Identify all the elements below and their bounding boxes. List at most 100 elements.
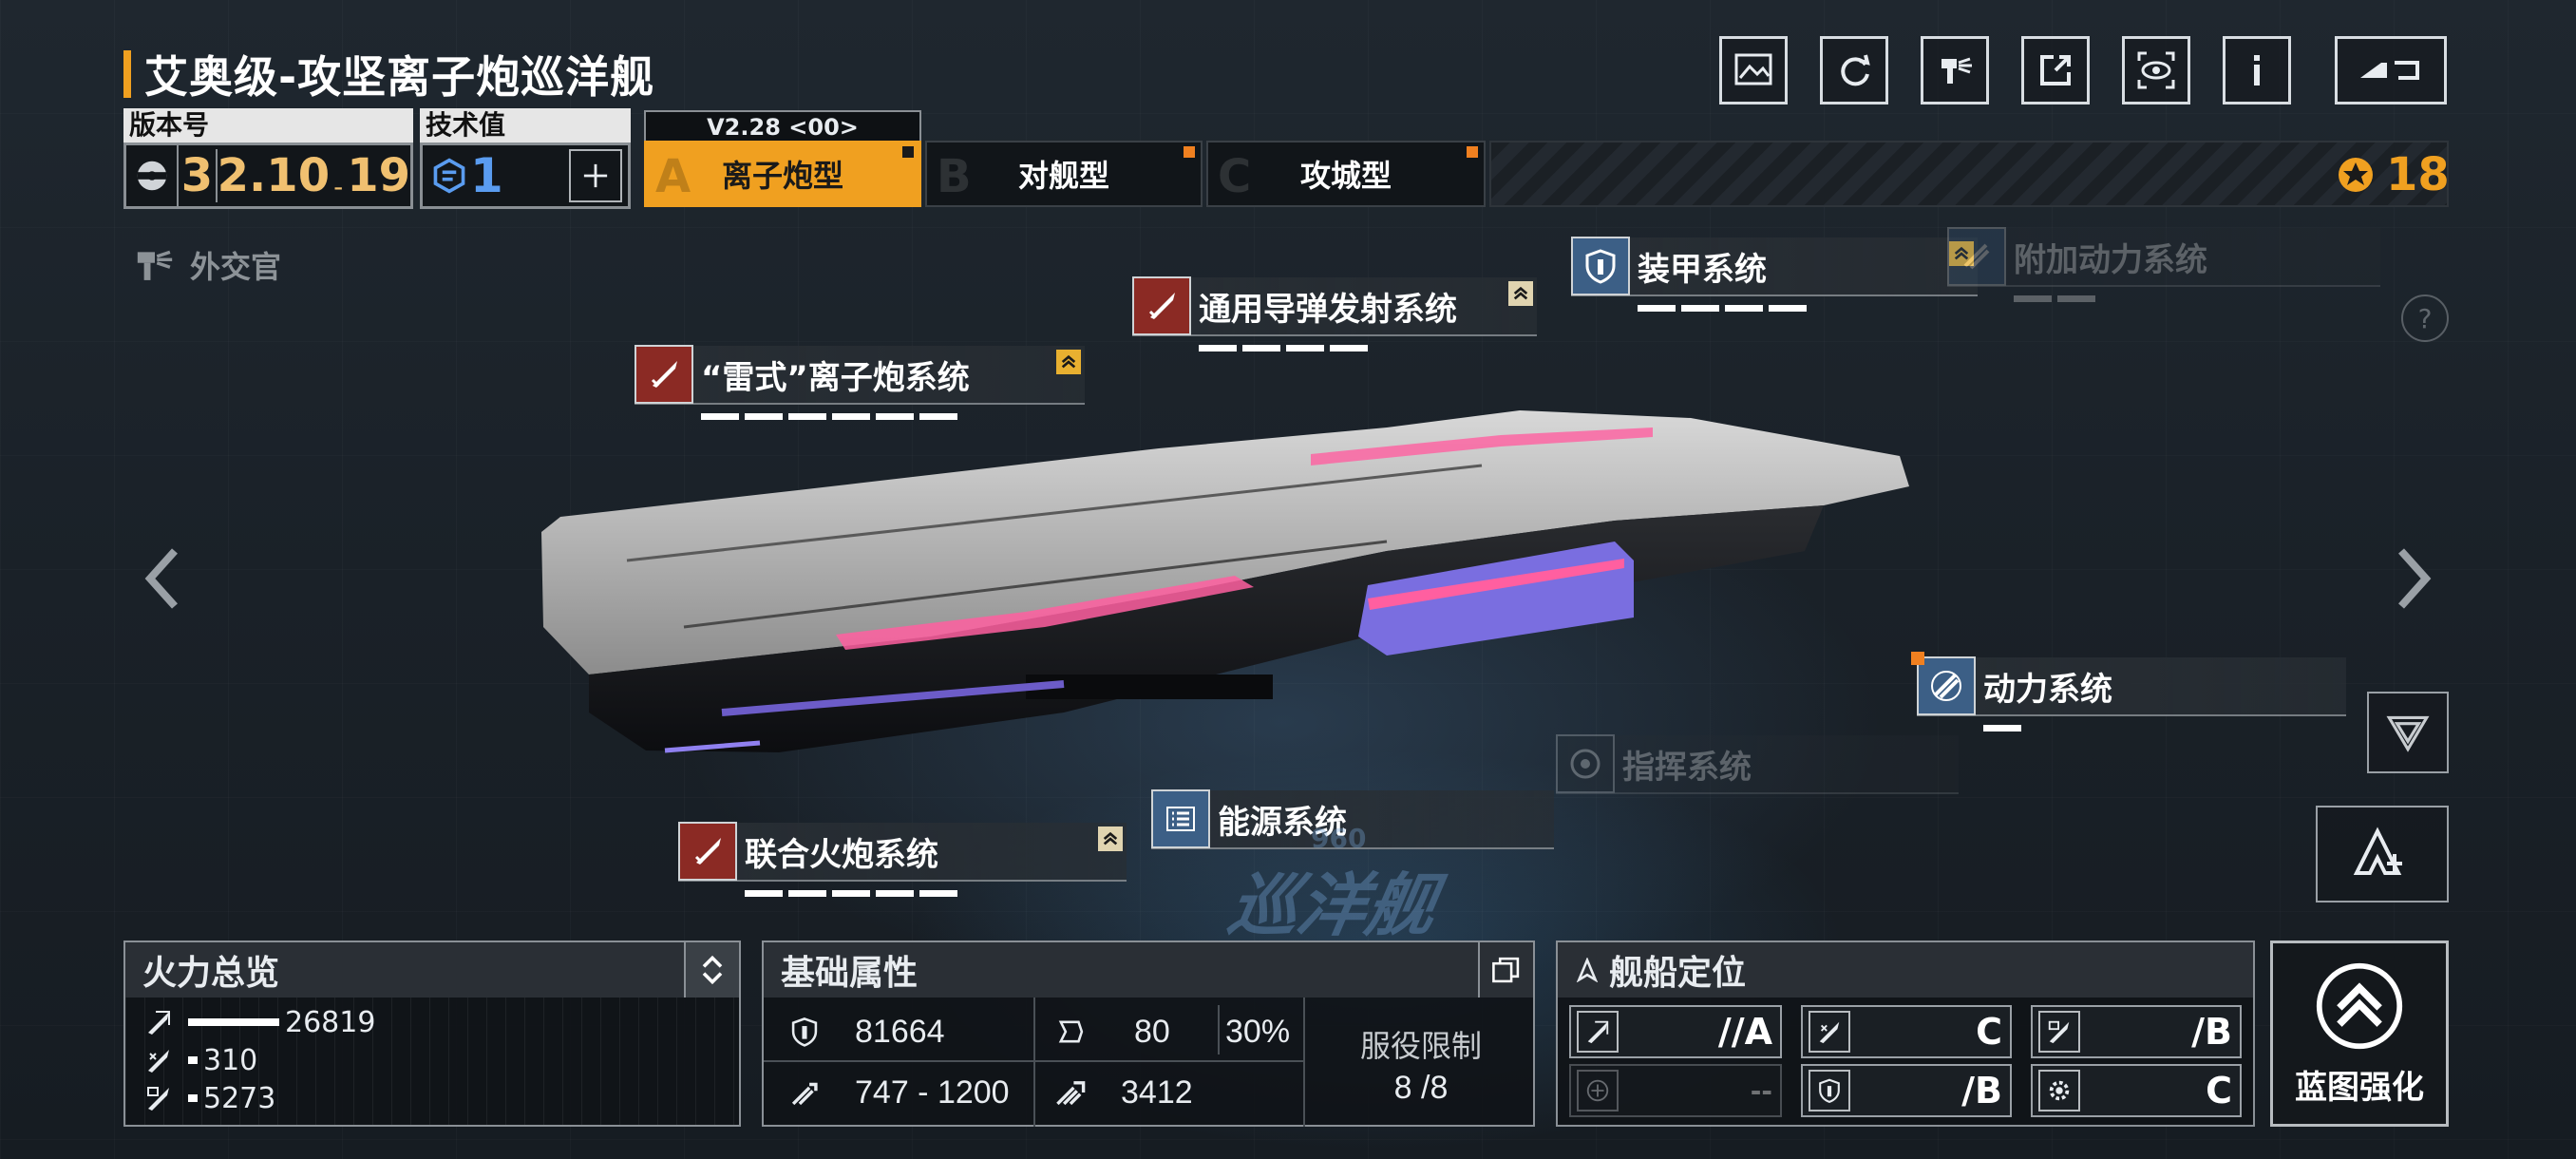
tab-letter: A [655,150,691,203]
view-icon [2137,51,2175,89]
stats-detail-button[interactable] [1478,942,1533,998]
gallery-icon [1734,53,1772,86]
refresh-button[interactable] [1820,36,1888,104]
base-stats-title: 基础属性 [781,954,919,993]
service-limit-value: 8 /8 [1393,1070,1449,1106]
system-ion-cannon[interactable]: “雷式”离子炮系统 [635,345,1085,420]
tab-letter: B [937,150,972,203]
support-icon [1577,1070,1619,1112]
tab-bar-filler [1489,141,2449,207]
blueprint-upgrade-button[interactable]: 蓝图强化 [2270,940,2449,1127]
positioning-title: 舰船定位 [1609,954,1747,993]
diplomat-icon [1941,57,1972,84]
shield-icon [1571,237,1630,295]
version-label: 版本号 [123,108,413,142]
system-command[interactable]: 指挥系统 [1556,734,1959,794]
positioning-header: 舰船定位 [1558,942,2253,998]
diplomat-slot[interactable]: 外交官 [131,241,281,289]
missile-icon [635,345,693,404]
target-icon [1556,734,1615,793]
tab-siege[interactable]: C 攻城型 [1206,141,1486,207]
grade-defense: /B [1801,1064,2012,1117]
system-aux-power[interactable]: 附加动力系统 [1947,227,2380,302]
star-badge-icon [2339,158,2373,192]
triangle-emblem-icon [2386,715,2430,752]
share-button[interactable] [2021,36,2090,104]
grade-utility: C [2031,1064,2242,1117]
system-label: 指挥系统 [1622,748,1752,787]
diplomat-label: 外交官 [190,249,282,285]
stat-armor: 80 [1054,1003,1170,1060]
system-combined-cannon[interactable]: 联合火炮系统 [678,822,1127,897]
anti-air-icon [148,1050,169,1073]
tab-corner-marker [902,146,914,158]
stat-armor-value: 80 [1134,1013,1170,1050]
system-level-pips [1638,305,1807,312]
info-icon [2254,55,2260,86]
diplomat-icon [137,250,173,280]
firepower-value: 26819 [285,1005,376,1039]
upgrade-badge-icon [1056,350,1081,374]
prev-ship-button[interactable] [142,545,180,616]
chevron-up-down-icon [702,955,723,985]
diplomat-button[interactable] [1921,36,1989,104]
system-level-pips [1983,725,2021,732]
tab-anti-ship[interactable]: B 对舰型 [925,141,1203,207]
stat-speed-value: 747 - 1200 [855,1074,1010,1111]
base-stats-panel: 基础属性 81664 80 30% 747 - 1200 3412 服役限制 8… [762,940,1535,1127]
system-power[interactable]: 动力系统 [1911,652,2346,732]
version-major: 3 [179,149,218,202]
tech-add-button[interactable] [569,149,622,202]
refresh-icon [1841,54,1870,86]
chevron-left-icon [144,548,178,609]
plus-icon [583,163,608,188]
blueprint-label: 蓝图强化 [2295,1068,2424,1107]
firepower-bar [188,1094,198,1102]
tab-corner-marker [1184,146,1195,158]
divider [1218,1005,1220,1054]
help-icon[interactable]: ? [2401,294,2449,342]
stat-speed: 747 - 1200 [788,1064,1010,1121]
chevron-up-circle-icon [2316,962,2403,1049]
firepower-header: 火力总览 [125,942,739,998]
divider [764,1060,1303,1062]
ship-class-watermark: 巡洋舰 [1222,865,1443,945]
system-label: “雷式”离子炮系统 [701,358,970,397]
formation-button[interactable] [2367,692,2449,773]
next-ship-button[interactable] [2396,545,2434,616]
grade-value: C [1976,1011,2002,1053]
tab-letter: C [1218,150,1252,203]
version-value-box: 3 2.10 - 19 [123,142,413,209]
system-level-pips [1199,345,1368,352]
system-level-pips [745,890,957,897]
gallery-button[interactable] [1719,36,1788,104]
firepower-bar [188,1056,198,1064]
anti-ship-icon [1577,1011,1619,1053]
alert-marker [1911,652,1924,665]
tech-value-box: 1 [420,142,631,209]
info-button[interactable] [2223,36,2291,104]
grade-value: /B [2191,1011,2232,1053]
system-missile[interactable]: 通用导弹发射系统 [1132,276,1537,352]
firepower-toggle-button[interactable] [684,942,739,998]
positioning-panel: 舰船定位 //A C /B -- /B C [1556,940,2255,1127]
stat-hp: 81664 [788,1003,945,1060]
view-button[interactable] [2122,36,2190,104]
stat-warp: 3412 [1054,1064,1193,1121]
back-button[interactable] [2335,36,2447,104]
compass-icon [1576,958,1599,982]
engine-icon [1947,227,2006,286]
firepower-row: 5273 [144,1079,729,1117]
shield-icon [791,1017,818,1047]
grade-value: C [2206,1070,2232,1112]
grade-siege: /B [2031,1005,2242,1058]
back-icon [2360,61,2419,80]
service-limit-label: 服役限制 [1359,1028,1482,1064]
tab-ion-cannon[interactable]: A 离子炮型 [644,141,921,207]
system-armor[interactable]: 装甲系统 [1571,237,1978,312]
divider [1033,998,1035,1127]
version-gear-icon [126,145,180,206]
tech-label: 技术值 [420,108,631,142]
fleet-tech-button[interactable] [2316,806,2449,902]
list-icon [1151,789,1210,848]
